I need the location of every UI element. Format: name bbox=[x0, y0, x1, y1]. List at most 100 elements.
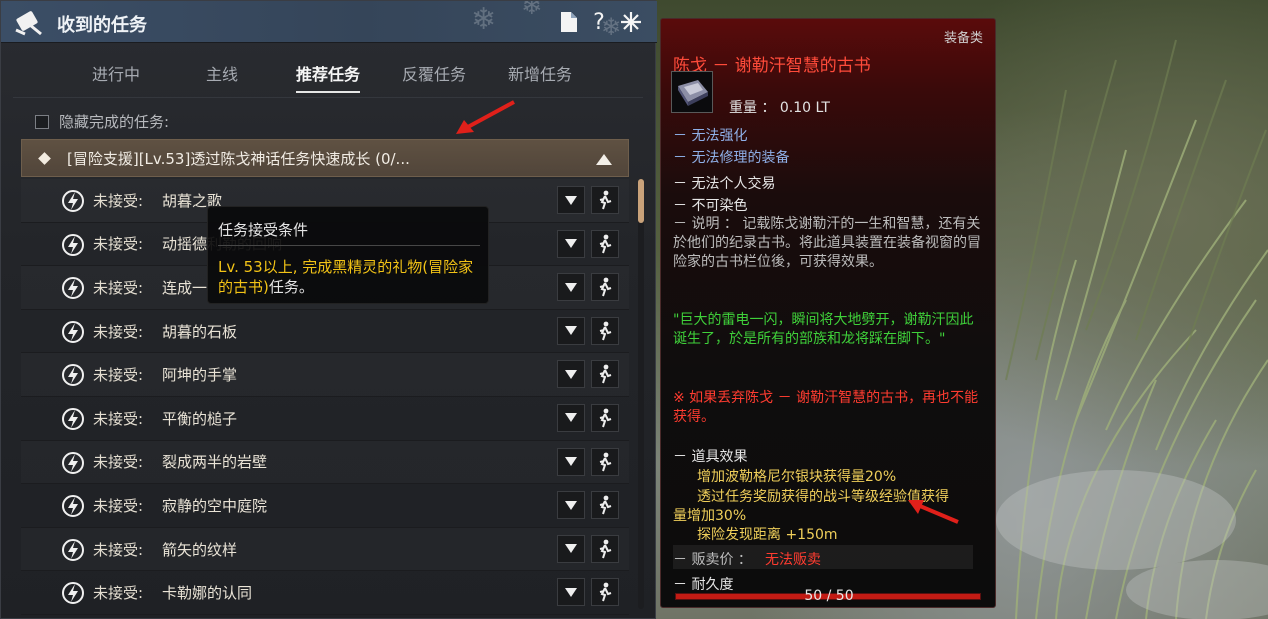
item-no-enhance: － 无法强化 bbox=[673, 128, 748, 144]
tab-new[interactable]: 新增任务 bbox=[487, 53, 593, 93]
tooltip-divider bbox=[218, 245, 480, 246]
tab-repeatable[interactable]: 反覆任务 bbox=[381, 53, 487, 93]
quest-lightning-icon bbox=[62, 582, 84, 605]
auto-navigate-button[interactable] bbox=[591, 491, 619, 520]
expand-quest-button[interactable] bbox=[557, 229, 585, 258]
chevron-down-icon bbox=[565, 413, 577, 423]
scrollbar-track[interactable] bbox=[638, 179, 644, 609]
auto-navigate-button[interactable] bbox=[591, 403, 619, 432]
quest-lightning-icon bbox=[62, 233, 84, 256]
quest-lightning-icon bbox=[62, 364, 84, 387]
walking-person-icon bbox=[599, 452, 612, 471]
quest-row[interactable]: 未接受: 寂静的空中庭院 bbox=[21, 484, 629, 528]
quest-scroll-icon bbox=[15, 11, 42, 36]
item-description: － 说明 ： 记载陈戈谢勒汗的一生和智慧，还有关於他们的纪录古书。将此道具装置在… bbox=[673, 216, 981, 270]
durability-text: 50 / 50 bbox=[804, 588, 854, 604]
quest-lightning-icon bbox=[62, 320, 84, 343]
expand-quest-button[interactable] bbox=[557, 316, 585, 345]
chevron-down-icon bbox=[565, 544, 577, 554]
expand-quest-button[interactable] bbox=[557, 534, 585, 563]
quest-condition-tooltip: 任务接受条件 Lv. 53以上, 完成黑精灵的礼物(冒险家的古书)任务。 bbox=[207, 206, 489, 304]
snowflake-settings-icon[interactable] bbox=[619, 9, 643, 35]
expand-quest-button[interactable] bbox=[557, 360, 585, 389]
annotation-arrow-icon bbox=[908, 500, 959, 524]
item-quote: "巨大的雷电一闪，瞬间将大地劈开，谢勒汗因此诞生了，於是所有的部族和龙将踩在脚下… bbox=[673, 312, 974, 347]
scrollbar-thumb[interactable] bbox=[638, 179, 644, 223]
tab-in-progress[interactable]: 进行中 bbox=[63, 53, 169, 93]
walking-person-icon bbox=[599, 321, 612, 341]
quest-name: 箭矢的纹样 bbox=[162, 540, 238, 559]
expand-quest-button[interactable] bbox=[557, 578, 585, 607]
walking-person-icon bbox=[599, 539, 612, 559]
expand-quest-button[interactable] bbox=[557, 491, 585, 520]
auto-navigate-button[interactable] bbox=[591, 360, 619, 389]
quest-window: ❄ ❄ ❄ 收到的任务 ? 进行中 主线 推荐任务 反覆任务 新增任务 隐藏完成… bbox=[0, 0, 657, 619]
tooltip-body: Lv. 53以上, 完成黑精灵的礼物(冒险家的古书)任务。 bbox=[218, 257, 484, 297]
auto-navigate-button[interactable] bbox=[591, 273, 619, 302]
annotation-arrow-icon bbox=[456, 100, 515, 134]
chevron-down-icon bbox=[565, 326, 577, 336]
walking-person-icon bbox=[599, 277, 612, 297]
quest-group-title: [冒险支援][Lv.53]透过陈戈神话任务快速成长 (0/... bbox=[67, 149, 410, 168]
quest-group-header[interactable]: [冒险支援][Lv.53]透过陈戈神话任务快速成长 (0/... bbox=[21, 139, 629, 177]
help-button[interactable]: ? bbox=[587, 9, 611, 35]
quest-status: 未接受: bbox=[93, 409, 144, 428]
item-effect: 探险发现距离 +150m bbox=[697, 527, 838, 543]
expand-quest-button[interactable] bbox=[557, 447, 585, 476]
auto-navigate-button[interactable] bbox=[591, 229, 619, 258]
hide-completed-toggle[interactable]: 隐藏完成的任务: bbox=[35, 111, 169, 132]
quest-status: 未接受: bbox=[93, 278, 144, 297]
quest-row[interactable]: 未接受: 阿坤的手掌 bbox=[21, 353, 629, 397]
hide-completed-label: 隐藏完成的任务: bbox=[59, 113, 170, 131]
quest-row[interactable]: 未接受: 箭矢的纹样 bbox=[21, 528, 629, 572]
chevron-down-icon bbox=[565, 369, 577, 379]
quest-name: 平衡的槌子 bbox=[162, 409, 238, 428]
expand-quest-button[interactable] bbox=[557, 273, 585, 302]
quest-row[interactable]: 未接受: 卡勒娜的认同 bbox=[21, 571, 629, 615]
expand-quest-button[interactable] bbox=[557, 186, 585, 214]
sell-price-value: 无法贩卖 bbox=[765, 552, 821, 568]
auto-navigate-button[interactable] bbox=[591, 578, 619, 607]
quest-status: 未接受: bbox=[93, 453, 144, 472]
document-icon[interactable] bbox=[557, 9, 581, 35]
item-book-icon bbox=[671, 71, 713, 113]
quest-row[interactable]: 未接受: 平衡的槌子 bbox=[21, 397, 629, 441]
tab-main-story[interactable]: 主线 bbox=[169, 53, 275, 93]
quest-lightning-icon bbox=[62, 451, 84, 474]
quest-lightning-icon bbox=[62, 495, 84, 518]
chevron-down-icon bbox=[565, 457, 577, 467]
quest-name: 寂静的空中庭院 bbox=[162, 496, 268, 515]
auto-navigate-button[interactable] bbox=[591, 534, 619, 563]
item-no-dye: － 不可染色 bbox=[673, 198, 748, 214]
quest-lightning-icon bbox=[62, 277, 84, 300]
quest-status: 未接受: bbox=[93, 235, 144, 254]
quest-name: 阿坤的手掌 bbox=[162, 366, 238, 385]
sell-price-label: － 贩卖价 ： bbox=[673, 552, 752, 568]
tooltip-prefix: Lv. 53以上, 完成 bbox=[218, 258, 333, 276]
quest-status: 未接受: bbox=[93, 496, 144, 515]
quest-name: 裂成两半的岩壁 bbox=[162, 453, 268, 472]
item-effect: 量增加30% bbox=[673, 508, 747, 524]
auto-navigate-button[interactable] bbox=[591, 316, 619, 345]
snowflake-decoration-icon: ❄ bbox=[521, 1, 543, 21]
item-weight: 重量 ： 0.10 LT bbox=[729, 100, 830, 116]
window-titlebar[interactable]: ❄ ❄ ❄ 收到的任务 ? bbox=[1, 1, 657, 43]
auto-navigate-button[interactable] bbox=[591, 447, 619, 476]
tab-recommended[interactable]: 推荐任务 bbox=[275, 53, 381, 93]
quest-row[interactable]: 未接受: 裂成两半的岩壁 bbox=[21, 441, 629, 485]
collapse-arrow-icon[interactable] bbox=[596, 154, 612, 165]
hide-completed-checkbox[interactable] bbox=[35, 114, 49, 129]
quest-lightning-icon bbox=[62, 190, 84, 212]
walking-person-icon bbox=[599, 364, 612, 384]
window-title: 收到的任务 bbox=[57, 15, 147, 36]
item-no-repair: － 无法修理的装备 bbox=[673, 150, 790, 166]
item-effect: 增加波勒格尼尔银块获得量20% bbox=[697, 469, 897, 485]
quest-status: 未接受: bbox=[93, 584, 144, 603]
walking-person-icon bbox=[599, 190, 612, 210]
tooltip-title: 任务接受条件 bbox=[218, 221, 309, 239]
chevron-down-icon bbox=[565, 587, 577, 597]
auto-navigate-button[interactable] bbox=[591, 186, 619, 214]
quest-status: 未接受: bbox=[93, 322, 144, 341]
quest-row[interactable]: 未接受: 胡暮的石板 bbox=[21, 310, 629, 354]
expand-quest-button[interactable] bbox=[557, 403, 585, 432]
